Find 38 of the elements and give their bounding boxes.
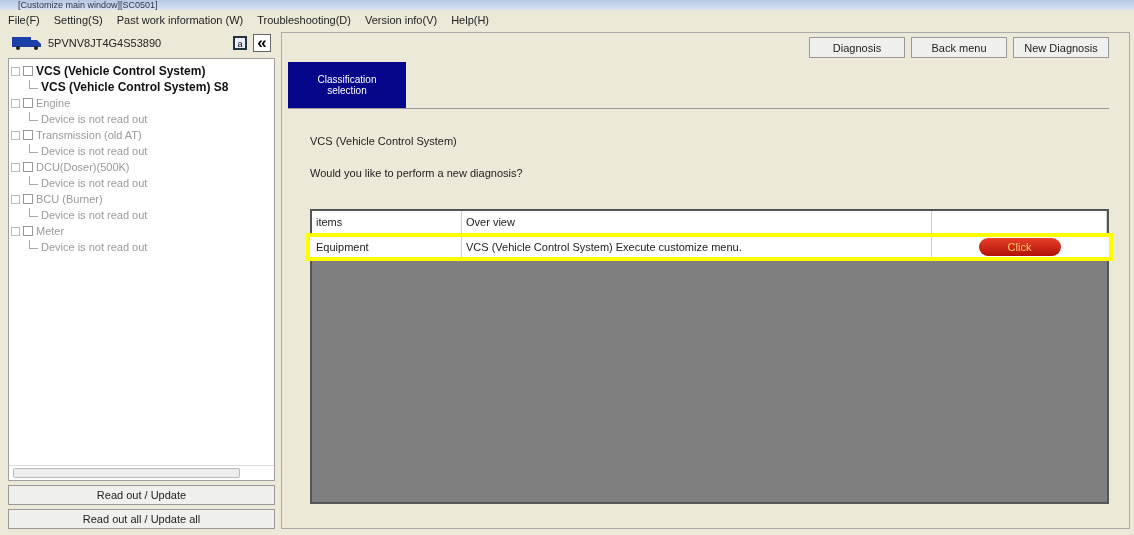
node-icon [23,194,33,204]
tree-item[interactable]: VCS (Vehicle Control System) [36,64,206,78]
expand-icon[interactable] [11,226,20,236]
menu-item[interactable]: File(F) [8,14,40,26]
truck-icon [12,36,42,50]
expand-icon[interactable] [11,130,20,140]
small-button[interactable]: a [233,36,247,50]
toolbar-button[interactable]: Back menu [911,37,1007,58]
horizontal-scrollbar[interactable] [9,465,274,480]
window-title: [Customize main window][SC0501] [0,0,1134,10]
side-button[interactable]: Read out / Update [8,485,275,505]
menu-item[interactable]: Setting(S) [53,14,103,26]
vehicle-id: 5PVNV8JT4G4S53890 [48,37,163,49]
table-cell: Equipment [312,237,462,257]
expand-icon[interactable] [11,66,20,76]
expand-icon[interactable] [11,194,20,204]
expand-icon[interactable] [11,162,20,172]
node-icon [23,226,33,236]
menu-item[interactable]: Version info(V) [365,14,438,26]
side-button[interactable]: Read out all / Update all [8,509,275,529]
node-icon [23,130,33,140]
question-text: Would you like to perform a new diagnosis? [310,167,524,179]
click-button[interactable]: Click [978,238,1061,256]
tree-item[interactable]: VCS (Vehicle Control System) S8 [41,80,229,94]
tab[interactable]: Classification selection [288,62,406,108]
table-row[interactable]: Equipment VCS (Vehicle Control System) Execute customize menu. Click [306,233,1113,261]
heading-text: VCS (Vehicle Control System) [310,135,458,147]
menu-item[interactable]: Help(H) [451,14,490,26]
table-cell: VCS (Vehicle Control System) Execute customize menu. [462,237,932,257]
toolbar-button[interactable]: New Diagnosis [1013,37,1109,58]
menu-item[interactable]: Troubleshooting(D) [257,14,351,26]
node-icon [23,98,33,108]
toolbar-button[interactable]: Diagnosis [809,37,905,58]
menu-item[interactable]: Past work information (W) [116,14,244,26]
node-icon [23,66,33,76]
collapse-button[interactable]: « [253,34,271,52]
expand-icon[interactable] [11,98,20,108]
node-icon [23,162,33,172]
